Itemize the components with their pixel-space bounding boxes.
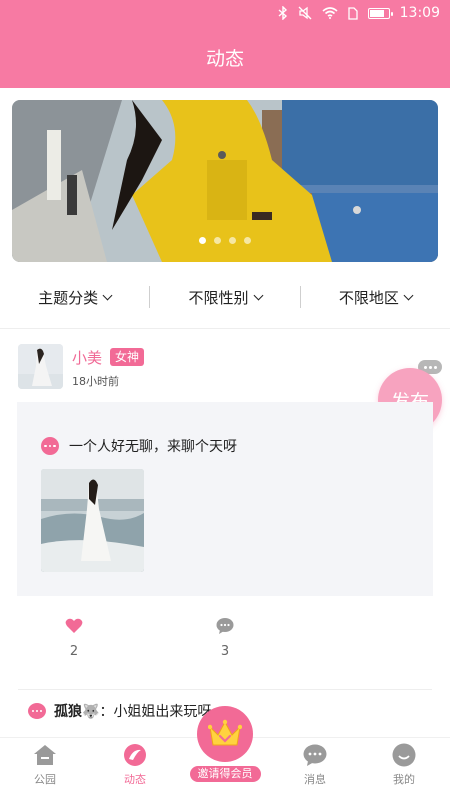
carousel-dot[interactable] <box>229 237 236 244</box>
chevron-down-icon <box>403 290 414 300</box>
banner-carousel[interactable] <box>12 100 438 262</box>
filter-bar: 主题分类 不限性别 不限地区 <box>0 282 450 312</box>
divider <box>18 689 432 690</box>
sim-icon <box>347 6 358 20</box>
post-username[interactable]: 小美 <box>72 347 102 368</box>
invite-label: 邀请得会员 <box>189 766 261 782</box>
message-icon <box>302 742 328 768</box>
filter-gender[interactable]: 不限性别 <box>150 287 299 308</box>
mute-icon <box>298 6 312 20</box>
like-count: 2 <box>69 644 79 659</box>
filter-topic[interactable]: 主题分类 <box>0 287 149 308</box>
park-icon <box>32 742 58 768</box>
comment-button[interactable]: 3 <box>205 618 245 659</box>
filter-label: 不限性别 <box>188 288 249 307</box>
feed-icon <box>122 742 148 768</box>
wifi-icon <box>322 7 338 19</box>
tab-park[interactable]: 公园 <box>15 742 75 787</box>
tab-label: 消息 <box>304 773 326 786</box>
post-content: 一个人好无聊，来聊个天呀 <box>41 436 237 456</box>
status-time: 13:09 <box>399 5 440 21</box>
status-bar: 13:09 <box>0 0 450 26</box>
comment-icon <box>216 618 234 634</box>
carousel-dot[interactable] <box>214 237 221 244</box>
carousel-dot[interactable] <box>244 237 251 244</box>
post-card[interactable]: 一个人好无聊，来聊个天呀 <box>17 402 433 596</box>
battery-icon <box>367 7 393 19</box>
crown-icon <box>197 706 253 762</box>
goddess-badge: 女神 <box>110 348 145 366</box>
profile-icon <box>391 742 417 768</box>
tab-feed[interactable]: 动态 <box>105 742 165 787</box>
avatar[interactable] <box>18 344 63 389</box>
heart-icon <box>65 618 83 633</box>
invite-member-button[interactable]: 邀请得会员 <box>183 706 267 796</box>
tab-label: 动态 <box>124 773 146 786</box>
divider <box>0 328 450 329</box>
filter-label: 主题分类 <box>38 288 99 307</box>
post-photo[interactable] <box>41 469 144 572</box>
tab-label: 我的 <box>393 773 415 786</box>
carousel-indicator <box>12 237 438 244</box>
post-header: 小美 女神 18小时前 <box>18 344 442 390</box>
carousel-dot[interactable] <box>199 237 206 244</box>
tab-profile[interactable]: 我的 <box>374 742 434 787</box>
chevron-down-icon <box>102 290 113 300</box>
more-dot <box>433 365 437 369</box>
tab-messages[interactable]: 消息 <box>285 742 345 787</box>
comment-bubble-icon <box>28 703 46 719</box>
page-title: 动态 <box>205 47 244 70</box>
chat-bubble-icon <box>41 437 59 455</box>
comment-separator: ： <box>99 704 114 720</box>
title-bar: 动态 <box>0 26 450 88</box>
filter-region[interactable]: 不限地区 <box>301 287 450 308</box>
tab-label: 公园 <box>34 773 56 786</box>
more-dot <box>428 365 432 369</box>
post-text: 一个人好无聊，来聊个天呀 <box>69 439 237 455</box>
bluetooth-icon <box>278 6 288 20</box>
post-stats: 2 3 <box>0 618 450 668</box>
filter-label: 不限地区 <box>338 288 399 307</box>
comment-count: 3 <box>220 644 230 659</box>
comment-author[interactable]: 孤狼🐺 <box>54 704 99 720</box>
post-time: 18小时前 <box>72 375 119 388</box>
more-dot <box>423 365 427 369</box>
chevron-down-icon <box>253 290 263 300</box>
like-button[interactable]: 2 <box>54 618 94 659</box>
